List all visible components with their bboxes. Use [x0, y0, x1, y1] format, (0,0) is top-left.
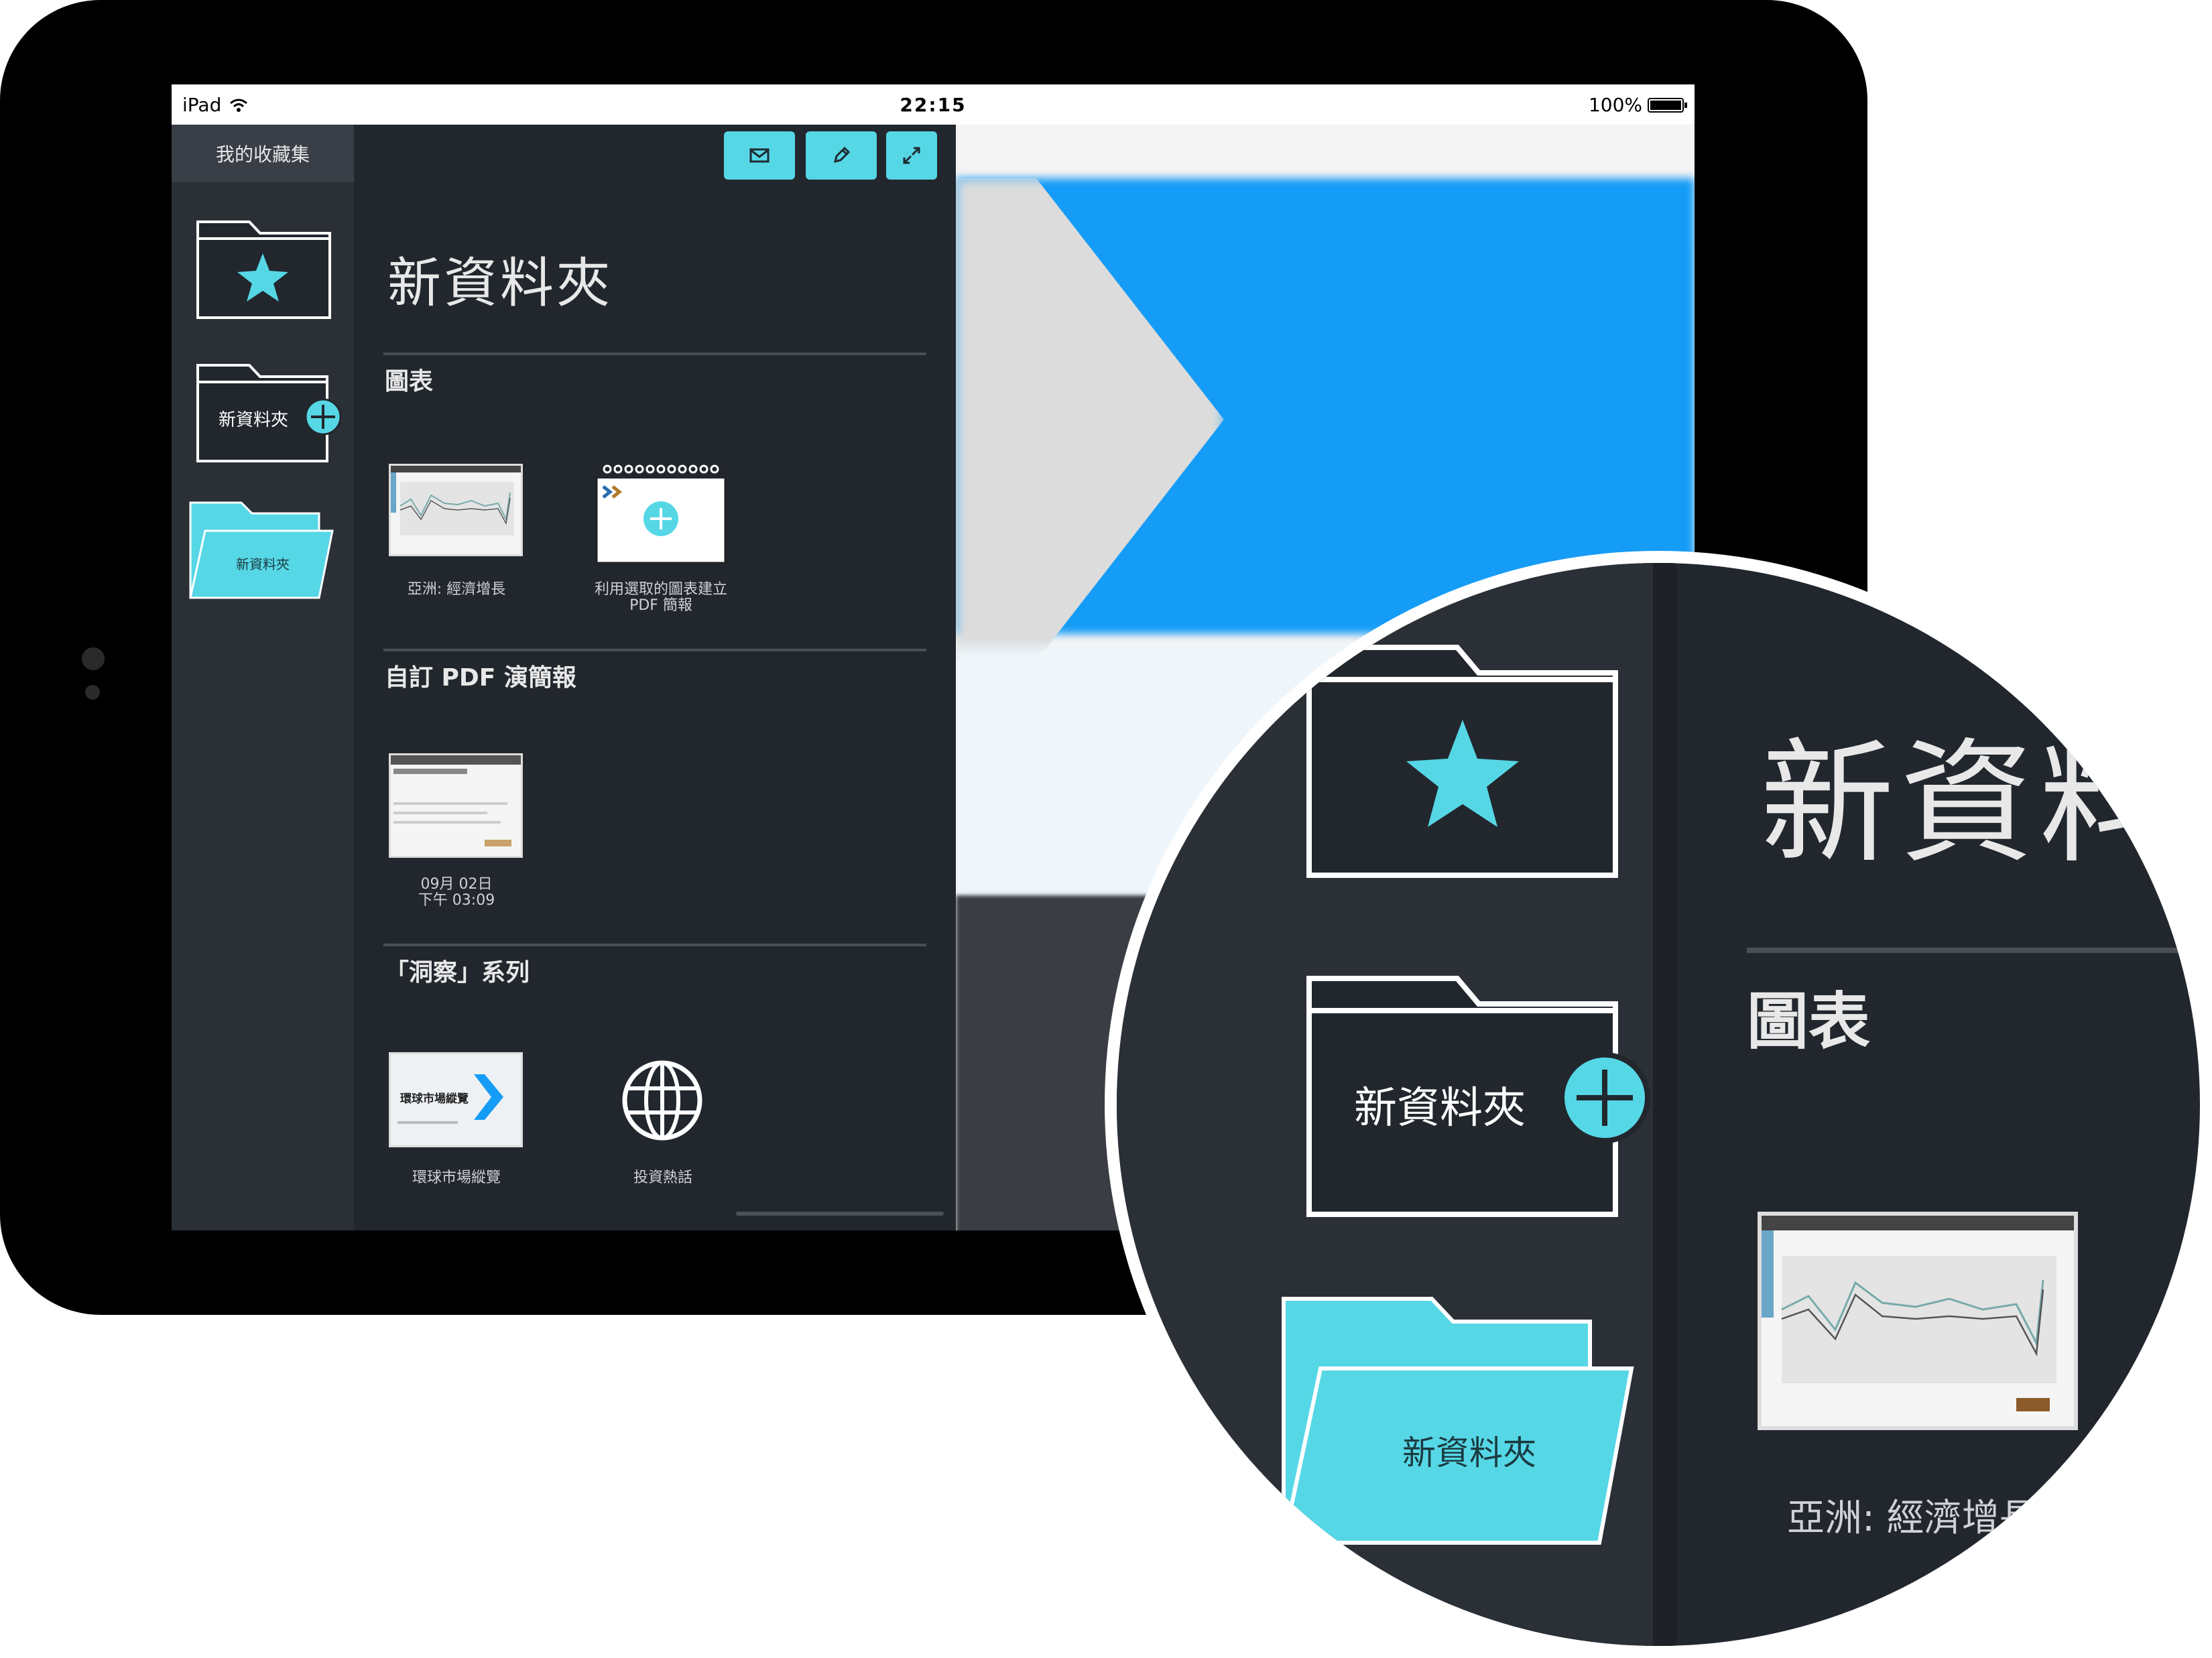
battery-icon	[1648, 97, 1687, 113]
create-pdf-button[interactable]	[594, 460, 728, 567]
zoom-new-folder-label: 新資料夾	[1354, 1084, 1526, 1133]
zoom-active-folder-label: 新資料夾	[1402, 1433, 1536, 1472]
scrollbar[interactable]	[736, 1212, 944, 1216]
zoom-title: 新資料	[1760, 726, 2179, 882]
camera-dot	[82, 647, 105, 670]
expand-button[interactable]	[886, 131, 937, 180]
active-folder-label: 新資料夾	[236, 556, 290, 572]
divider	[383, 353, 926, 355]
sidebar-header[interactable]: 我的收藏集	[172, 125, 354, 182]
pdf-caption: 09月 02日 下午 03:09	[418, 876, 495, 909]
insight-caption: 環球市場縱覽	[412, 1169, 501, 1186]
pdf-thumbnail[interactable]	[389, 753, 523, 858]
clock: 22:15	[900, 94, 967, 116]
create-pdf-caption: 利用選取的圖表建立 PDF 簡報	[594, 581, 727, 614]
globe-icon[interactable]	[621, 1059, 704, 1142]
insight-thumb-text: 環球市場縱覽	[400, 1092, 469, 1106]
zoom-callout: 新資料夾 新資料夾 新資料 圖表 亞洲: 經濟增長	[1117, 563, 2200, 1646]
insight-thumbnail[interactable]: 環球市場縱覽	[389, 1052, 523, 1147]
status-bar: iPad 22:15 100%	[172, 84, 1695, 125]
sensor-dot	[85, 685, 100, 700]
favorites-folder[interactable]	[196, 218, 332, 320]
pdf-preview	[391, 755, 521, 846]
zoom-section-title: 圖表	[1747, 986, 1871, 1058]
new-folder-label: 新資料夾	[219, 410, 289, 430]
zoom-favorites-folder	[1306, 645, 1618, 878]
zoom-chart-thumbnail	[1758, 1212, 2078, 1430]
expand-icon	[903, 147, 920, 164]
zoom-active-folder	[1281, 1297, 1634, 1545]
chart-thumbnail[interactable]	[389, 464, 523, 556]
pencil-icon	[833, 146, 851, 164]
chart-preview	[391, 466, 521, 535]
section-title-insights: 「洞察」系列	[385, 959, 530, 986]
panel-title: 新資料夾	[387, 252, 613, 314]
battery-percent: 100%	[1588, 94, 1642, 116]
zoom-divider	[1747, 948, 2200, 953]
mail-button[interactable]	[724, 131, 795, 180]
edit-button[interactable]	[806, 131, 877, 180]
zoom-chart-caption: 亞洲: 經濟增長	[1787, 1496, 2037, 1540]
divider	[383, 944, 926, 946]
section-title-custom-pdf: 自訂 PDF 演簡報	[385, 664, 576, 692]
section-title-charts: 圖表	[385, 368, 434, 395]
mail-icon	[749, 148, 770, 163]
hot-topics-caption: 投資熱話	[633, 1169, 692, 1186]
active-folder[interactable]	[188, 497, 335, 602]
divider	[383, 649, 926, 651]
chart-caption: 亞洲: 經濟增長	[407, 581, 506, 598]
zoom-chart-preview	[1762, 1216, 2074, 1411]
